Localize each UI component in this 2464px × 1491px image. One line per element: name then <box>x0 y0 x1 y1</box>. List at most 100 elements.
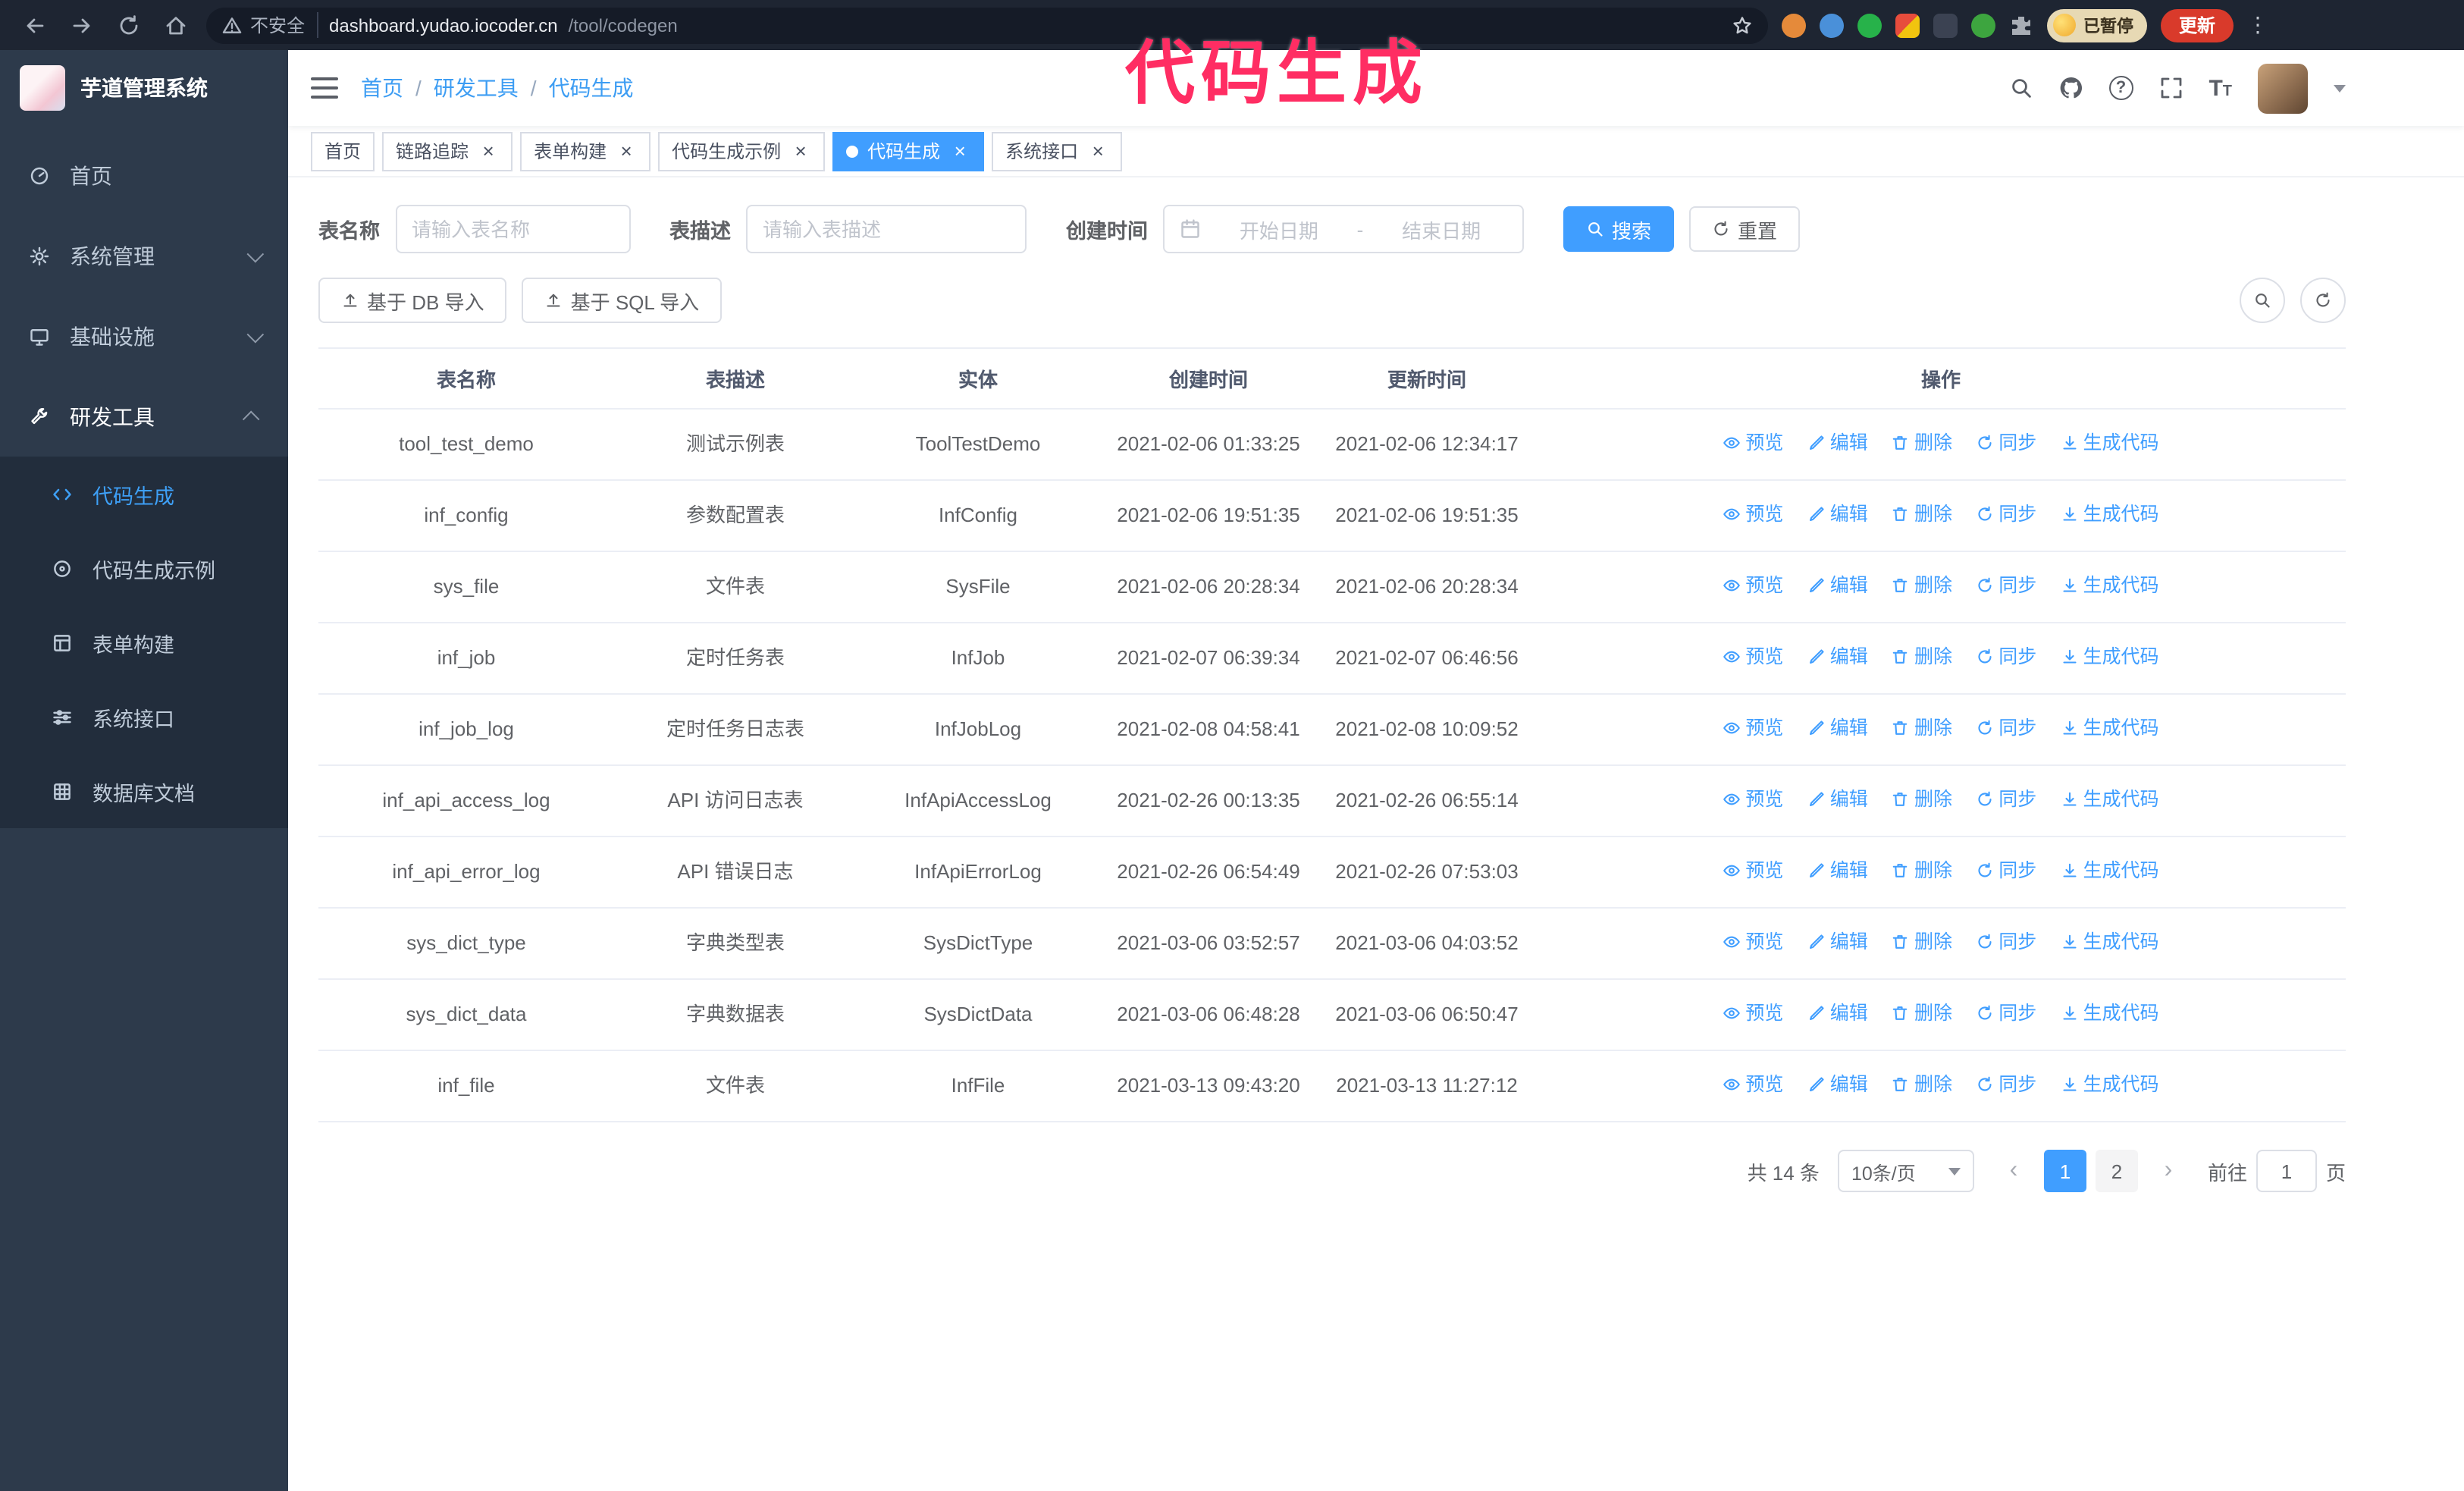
preview-action[interactable]: 预览 <box>1723 784 1783 815</box>
generate-code-action[interactable]: 生成代码 <box>2061 855 2159 886</box>
extension-icon-1[interactable] <box>1782 13 1806 37</box>
avatar-caret-icon[interactable] <box>2334 84 2346 92</box>
github-icon[interactable] <box>2058 76 2083 100</box>
close-icon[interactable] <box>478 140 499 162</box>
import-db-button[interactable]: 基于 DB 导入 <box>318 278 507 323</box>
search-button[interactable]: 搜索 <box>1563 206 1675 252</box>
sidebar-item-codegen-example[interactable]: 代码生成示例 <box>0 531 288 605</box>
extension-icon-6[interactable] <box>1971 13 1995 37</box>
tab-codegen-example[interactable]: 代码生成示例 <box>658 131 826 171</box>
generate-code-action[interactable]: 生成代码 <box>2061 927 2159 957</box>
sidebar-item-api[interactable]: 系统接口 <box>0 680 288 754</box>
sync-action[interactable]: 同步 <box>1976 570 2036 601</box>
sidebar-item-infra[interactable]: 基础设施 <box>0 296 288 376</box>
logo[interactable]: 芋道管理系统 <box>0 50 288 126</box>
page-button-2[interactable]: 2 <box>2095 1150 2138 1192</box>
next-page-button[interactable] <box>2147 1150 2190 1192</box>
edit-action[interactable]: 编辑 <box>1807 784 1868 815</box>
sync-action[interactable]: 同步 <box>1976 998 2036 1028</box>
tab-api[interactable]: 系统接口 <box>992 131 1123 171</box>
extension-icon-2[interactable] <box>1820 13 1844 37</box>
delete-action[interactable]: 删除 <box>1892 570 1952 601</box>
edit-action[interactable]: 编辑 <box>1807 642 1868 672</box>
sidebar-item-home[interactable]: 首页 <box>0 135 288 215</box>
sync-action[interactable]: 同步 <box>1976 927 2036 957</box>
preview-action[interactable]: 预览 <box>1723 642 1783 672</box>
sidebar-item-devtools[interactable]: 研发工具 <box>0 376 288 457</box>
generate-code-action[interactable]: 生成代码 <box>2061 642 2159 672</box>
goto-page-input[interactable] <box>2256 1150 2317 1192</box>
generate-code-action[interactable]: 生成代码 <box>2061 570 2159 601</box>
preview-action[interactable]: 预览 <box>1723 428 1783 458</box>
sync-action[interactable]: 同步 <box>1976 713 2036 743</box>
delete-action[interactable]: 删除 <box>1892 998 1952 1028</box>
sidebar-item-db-doc[interactable]: 数据库文档 <box>0 754 288 828</box>
preview-action[interactable]: 预览 <box>1723 927 1783 957</box>
generate-code-action[interactable]: 生成代码 <box>2061 998 2159 1028</box>
delete-action[interactable]: 删除 <box>1892 428 1952 458</box>
puzzle-extensions-icon[interactable] <box>2009 13 2033 37</box>
preview-action[interactable]: 预览 <box>1723 855 1783 886</box>
sync-action[interactable]: 同步 <box>1976 855 2036 886</box>
collapse-sidebar-icon[interactable] <box>311 77 338 99</box>
reload-button[interactable] <box>112 8 146 42</box>
extension-icon-5[interactable] <box>1933 13 1958 37</box>
profile-paused-badge[interactable]: 已暂停 <box>2047 8 2147 42</box>
preview-action[interactable]: 预览 <box>1723 570 1783 601</box>
extension-icon-4[interactable] <box>1895 13 1920 37</box>
bookmark-star-icon[interactable] <box>1732 14 1753 36</box>
tab-home[interactable]: 首页 <box>311 131 375 171</box>
generate-code-action[interactable]: 生成代码 <box>2061 428 2159 458</box>
edit-action[interactable]: 编辑 <box>1807 1069 1868 1100</box>
font-size-icon[interactable] <box>2209 75 2232 101</box>
delete-action[interactable]: 删除 <box>1892 855 1952 886</box>
delete-action[interactable]: 删除 <box>1892 713 1952 743</box>
edit-action[interactable]: 编辑 <box>1807 927 1868 957</box>
sidebar-item-system[interactable]: 系统管理 <box>0 215 288 296</box>
edit-action[interactable]: 编辑 <box>1807 570 1868 601</box>
delete-action[interactable]: 删除 <box>1892 927 1952 957</box>
preview-action[interactable]: 预览 <box>1723 713 1783 743</box>
edit-action[interactable]: 编辑 <box>1807 713 1868 743</box>
close-icon[interactable] <box>790 140 811 162</box>
delete-action[interactable]: 删除 <box>1892 642 1952 672</box>
delete-action[interactable]: 删除 <box>1892 1069 1952 1100</box>
generate-code-action[interactable]: 生成代码 <box>2061 499 2159 529</box>
search-icon[interactable] <box>2008 76 2033 100</box>
date-range-picker[interactable]: 开始日期 - 结束日期 <box>1163 205 1524 253</box>
address-bar[interactable]: 不安全 dashboard.yudao.iocoder.cn/tool/code… <box>206 7 1768 43</box>
help-icon[interactable] <box>2108 76 2133 100</box>
preview-action[interactable]: 预览 <box>1723 998 1783 1028</box>
forward-button[interactable] <box>65 8 99 42</box>
toggle-search-button[interactable] <box>2240 278 2285 323</box>
edit-action[interactable]: 编辑 <box>1807 998 1868 1028</box>
tab-trace[interactable]: 链路追踪 <box>382 131 513 171</box>
edit-action[interactable]: 编辑 <box>1807 499 1868 529</box>
tab-codegen[interactable]: 代码生成 <box>832 131 985 171</box>
fullscreen-icon[interactable] <box>2158 76 2183 100</box>
table-desc-input[interactable] <box>746 205 1027 253</box>
prev-page-button[interactable] <box>1992 1150 2035 1192</box>
refresh-table-button[interactable] <box>2300 278 2346 323</box>
close-icon[interactable] <box>1087 140 1108 162</box>
sidebar-item-codegen[interactable]: 代码生成 <box>0 457 288 531</box>
generate-code-action[interactable]: 生成代码 <box>2061 713 2159 743</box>
edit-action[interactable]: 编辑 <box>1807 428 1868 458</box>
breadcrumb-home[interactable]: 首页 <box>361 73 403 103</box>
page-button-1[interactable]: 1 <box>2043 1150 2086 1192</box>
extension-icon-3[interactable] <box>1857 13 1882 37</box>
reset-button[interactable]: 重置 <box>1689 206 1801 252</box>
delete-action[interactable]: 删除 <box>1892 784 1952 815</box>
tab-form-builder[interactable]: 表单构建 <box>520 131 651 171</box>
close-icon[interactable] <box>616 140 637 162</box>
preview-action[interactable]: 预览 <box>1723 1069 1783 1100</box>
sync-action[interactable]: 同步 <box>1976 428 2036 458</box>
generate-code-action[interactable]: 生成代码 <box>2061 1069 2159 1100</box>
close-icon[interactable] <box>949 140 970 162</box>
preview-action[interactable]: 预览 <box>1723 499 1783 529</box>
edit-action[interactable]: 编辑 <box>1807 855 1868 886</box>
import-sql-button[interactable]: 基于 SQL 导入 <box>522 278 723 323</box>
sync-action[interactable]: 同步 <box>1976 499 2036 529</box>
sync-action[interactable]: 同步 <box>1976 1069 2036 1100</box>
home-button[interactable] <box>159 8 193 42</box>
